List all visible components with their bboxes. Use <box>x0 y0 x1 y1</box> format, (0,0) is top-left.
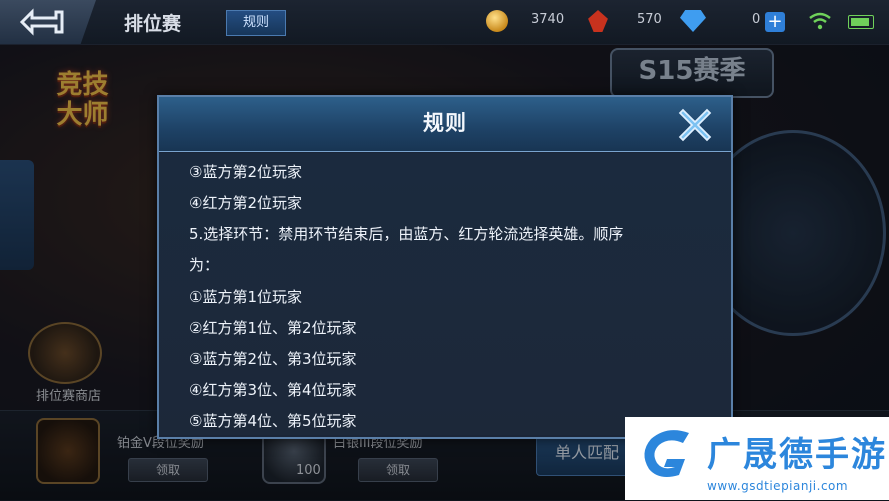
rule-line: ⑤蓝方第4位、第5位玩家 <box>189 412 357 430</box>
dialog-title: 规则 <box>423 111 467 135</box>
dialog-header: 规则 <box>159 97 731 152</box>
shard-icon <box>588 10 608 32</box>
rule-line: 为： <box>189 256 220 274</box>
rule-line: ①蓝方第1位玩家 <box>189 288 302 306</box>
back-button[interactable] <box>0 0 96 44</box>
diamond-icon <box>680 10 706 32</box>
rule-line: ②红方第1位、第2位玩家 <box>189 319 357 337</box>
rule-line: 5.选择环节：禁用环节结束后，由蓝方、红方轮流选择英雄。顺序 <box>189 225 624 243</box>
gold-coin-icon <box>486 10 508 32</box>
watermark: 广晟德手游 www.gsdtiepianji.com <box>625 417 889 500</box>
watermark-url: www.gsdtiepianji.com <box>707 479 849 493</box>
gold-amount: 3740 <box>531 12 565 27</box>
rule-line: ④红方第2位玩家 <box>189 194 302 212</box>
wifi-icon <box>809 12 831 30</box>
page-title: 排位赛 <box>124 13 182 35</box>
top-bar: 排位赛 规则 3740 570 0 + <box>0 0 889 45</box>
watermark-name: 广晟德手游 <box>707 435 887 475</box>
add-diamond-button[interactable]: + <box>765 12 785 32</box>
back-arrow-icon <box>19 8 64 36</box>
close-icon[interactable] <box>675 105 715 145</box>
diamond-amount: 0 <box>752 12 761 27</box>
shard-amount: 570 <box>637 12 662 27</box>
watermark-logo-icon <box>644 430 689 477</box>
rule-line: ④红方第3位、第4位玩家 <box>189 381 357 399</box>
rule-line: ③蓝方第2位玩家 <box>189 163 302 181</box>
rules-tab[interactable]: 规则 <box>226 10 286 36</box>
battery-icon <box>848 15 874 29</box>
rule-line: ③蓝方第2位、第3位玩家 <box>189 350 357 368</box>
dialog-body[interactable]: ③蓝方第2位玩家 ④红方第2位玩家 5.选择环节：禁用环节结束后，由蓝方、红方轮… <box>159 153 731 435</box>
rules-dialog: 规则 ③蓝方第2位玩家 ④红方第2位玩家 5.选择环节：禁用环节结束后，由蓝方、… <box>157 95 733 439</box>
